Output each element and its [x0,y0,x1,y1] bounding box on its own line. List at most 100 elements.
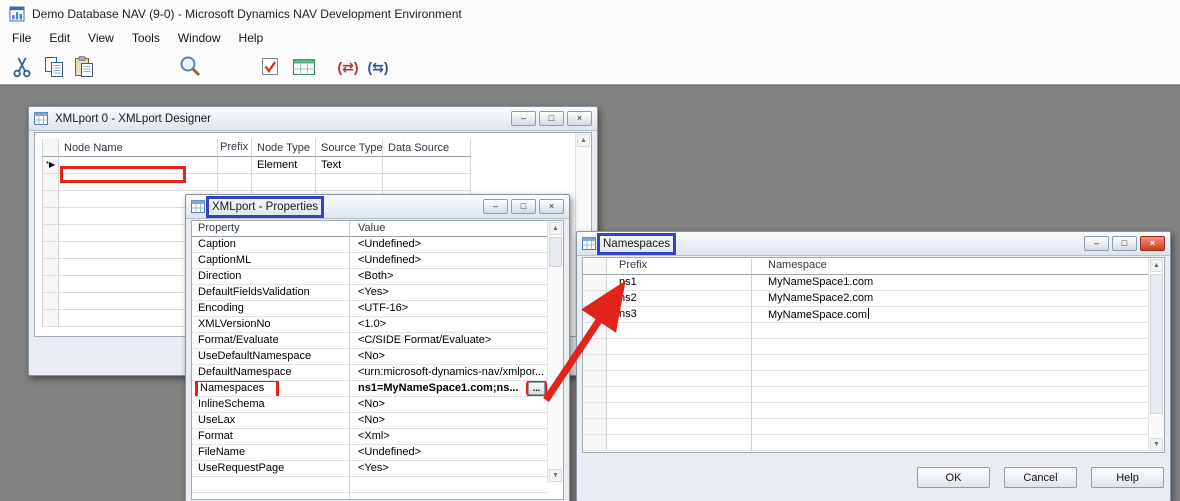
property-value[interactable]: <Undefined> [350,445,547,461]
property-name[interactable]: InlineSchema [192,397,350,413]
scroll-up-icon[interactable]: ▲ [1150,259,1163,272]
cell-prefix[interactable] [607,323,752,339]
scroll-down-icon[interactable]: ▼ [549,469,562,482]
property-name[interactable]: UseRequestPage [192,461,350,477]
row-selector[interactable] [583,435,607,451]
row-selector[interactable] [42,208,59,225]
menu-edit[interactable]: Edit [40,27,79,49]
cell-namespace[interactable] [752,339,1148,355]
current-row-icon[interactable]: ▶ [583,307,607,323]
cell-prefix[interactable]: ns3 [607,307,752,323]
row-selector[interactable] [583,323,607,339]
row-selector[interactable] [583,355,607,371]
property-name[interactable]: UseDefaultNamespace [192,349,350,365]
property-name[interactable]: FileName [192,445,350,461]
cell-namespace[interactable] [752,323,1148,339]
cell-prefix[interactable] [607,371,752,387]
scroll-up-icon[interactable]: ▲ [577,134,590,147]
minimize-button[interactable]: – [1084,236,1109,251]
property-value[interactable]: <Xml> [350,429,547,445]
designer-titlebar[interactable]: XMLport 0 - XMLport Designer – □ × [29,107,597,131]
close-button[interactable]: × [1140,236,1165,251]
row-selector[interactable] [583,291,607,307]
table-designer-button[interactable] [290,52,318,82]
property-name[interactable]: Caption [192,237,350,253]
property-value[interactable] [350,477,547,493]
property-name[interactable]: DefaultFieldsValidation [192,285,350,301]
property-name[interactable]: UseLax [192,413,350,429]
property-value[interactable]: <UTF-16> [350,301,547,317]
row-selector[interactable] [583,387,607,403]
cell-prefix[interactable] [607,387,752,403]
menu-help[interactable]: Help [230,27,273,49]
row-selector[interactable] [583,339,607,355]
cell-namespace[interactable] [752,435,1148,451]
maximize-button[interactable]: □ [1112,236,1137,251]
assist-edit-button[interactable]: ... [526,381,547,396]
run-object-button[interactable] [256,52,284,82]
property-name[interactable]: Format/Evaluate [192,333,350,349]
ok-button[interactable]: OK [917,467,990,488]
property-value[interactable]: <No> [350,413,547,429]
close-button[interactable]: × [567,111,592,126]
property-value[interactable]: <C/SIDE Format/Evaluate> [350,333,547,349]
properties-titlebar[interactable]: XMLport - Properties – □ × [186,195,569,219]
property-name[interactable] [192,477,350,493]
property-name[interactable]: DefaultNamespace [192,365,350,381]
cell-prefix[interactable] [607,435,752,451]
property-name[interactable]: Encoding [192,301,350,317]
cell-prefix[interactable]: ns1 [607,275,752,291]
row-selector[interactable] [42,242,59,259]
namespaces-property-label[interactable]: Namespaces [195,381,280,396]
namespaces-titlebar[interactable]: Namespaces – □ × [577,232,1170,256]
maximize-button[interactable]: □ [511,199,536,214]
property-value[interactable]: <urn:microsoft-dynamics-nav/xmlpor... [350,365,547,381]
cell-node-name[interactable] [59,174,218,191]
app-titlebar[interactable]: Demo Database NAV (9-0) - Microsoft Dyna… [0,0,1180,27]
row-selector[interactable] [583,403,607,419]
cell-prefix[interactable] [607,339,752,355]
property-value[interactable]: <1.0> [350,317,547,333]
properties-vertical-scrollbar[interactable]: ▲ ▼ [547,221,563,483]
cell-prefix[interactable] [607,419,752,435]
property-name[interactable]: Namespaces [192,381,350,397]
property-value[interactable]: <Yes> [350,461,547,477]
minimize-button[interactable]: – [483,199,508,214]
property-value[interactable] [350,493,547,499]
cell-node-type[interactable]: Element [252,157,316,174]
menu-window[interactable]: Window [169,27,230,49]
cside-locals-button[interactable]: (⇆) [364,52,392,82]
find-button[interactable] [176,52,204,82]
cancel-button[interactable]: Cancel [1004,467,1077,488]
property-value[interactable]: <No> [350,349,547,365]
property-value[interactable]: <Yes> [350,285,547,301]
cell-data-source[interactable] [383,174,471,191]
property-value[interactable]: <Both> [350,269,547,285]
namespaces-vertical-scrollbar[interactable]: ▲ ▼ [1148,258,1164,452]
cell-namespace[interactable]: MyNameSpace2.com [752,291,1148,307]
property-name[interactable]: CaptionML [192,253,350,269]
cell-namespace[interactable] [752,403,1148,419]
cell-prefix[interactable] [607,355,752,371]
cell-namespace[interactable]: MyNameSpace.com [752,307,1148,323]
paste-button[interactable] [70,52,98,82]
cell-prefix[interactable] [218,157,252,174]
cell-namespace[interactable] [752,371,1148,387]
minimize-button[interactable]: – [511,111,536,126]
help-button[interactable]: Help [1091,467,1164,488]
scrollbar-thumb[interactable] [1150,274,1163,414]
cside-symbols-button[interactable]: (⇄) [334,52,362,82]
property-value[interactable]: <No> [350,397,547,413]
cell-prefix[interactable]: ns2 [607,291,752,307]
row-selector[interactable] [42,191,59,208]
scroll-down-icon[interactable]: ▼ [1150,438,1163,451]
edit-row-marker-icon[interactable]: *▶ [42,157,59,174]
row-selector[interactable] [42,225,59,242]
cell-namespace[interactable] [752,355,1148,371]
row-selector[interactable] [583,419,607,435]
copy-button[interactable] [40,52,68,82]
row-selector[interactable] [42,174,59,191]
cell-namespace[interactable] [752,419,1148,435]
menu-file[interactable]: File [3,27,40,49]
cell-namespace[interactable] [752,387,1148,403]
